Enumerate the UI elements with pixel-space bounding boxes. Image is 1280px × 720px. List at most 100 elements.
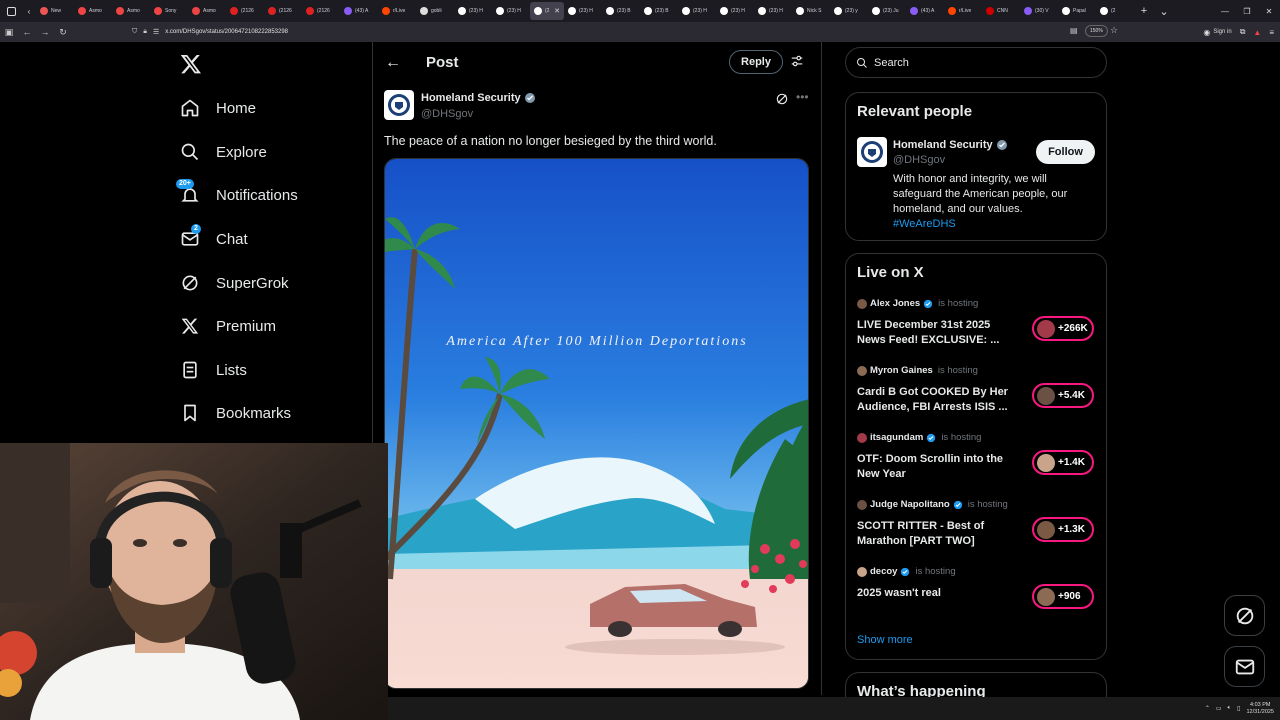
search-box[interactable] xyxy=(845,47,1107,78)
minimize-icon[interactable]: — xyxy=(1214,7,1236,16)
back-icon[interactable]: ← xyxy=(18,27,36,37)
browser-tab[interactable]: (2 ✕ xyxy=(530,2,564,20)
browser-tab[interactable]: (23) y xyxy=(830,2,868,20)
url-bar[interactable]: ⛉ 🔒︎ ☰ x.com/DHSgov/status/2006472108222… xyxy=(132,25,1122,39)
live-item[interactable]: Judge Napolitano is hosting SCOTT RITTER -… xyxy=(857,499,1097,555)
tab-scroll-left-icon[interactable]: ‹ xyxy=(22,0,36,22)
zoom-level[interactable]: 150% xyxy=(1085,25,1108,37)
new-tab-button[interactable]: + xyxy=(1134,5,1154,17)
browser-tab[interactable]: r/Live xyxy=(944,2,982,20)
relevant-avatar[interactable] xyxy=(857,137,887,167)
browser-tab[interactable]: (23) B xyxy=(640,2,678,20)
author-name[interactable]: Homeland Security xyxy=(421,92,536,104)
grok-icon xyxy=(1236,607,1253,624)
tab-list-button[interactable]: ⌄ xyxy=(1154,5,1174,18)
live-item[interactable]: itsagundam is hosting OTF: Doom Scrollin i… xyxy=(857,432,1097,488)
nav-premium[interactable]: Premium xyxy=(180,314,276,338)
author-avatar[interactable] xyxy=(384,90,414,120)
nav-explore[interactable]: Explore xyxy=(180,140,267,164)
live-listener-pill[interactable]: +906 xyxy=(1032,584,1094,609)
nav-chat[interactable]: 2 Chat xyxy=(180,224,248,251)
relevant-handle[interactable]: @DHSgov xyxy=(893,154,945,166)
browser-tab[interactable]: New xyxy=(36,2,74,20)
more-options-icon[interactable]: ••• xyxy=(796,90,809,104)
close-tab-icon[interactable]: ✕ xyxy=(554,7,560,15)
sign-in-button[interactable]: ◉ Sign in xyxy=(1203,28,1231,37)
browser-tab[interactable]: Asmo xyxy=(112,2,150,20)
browser-tab[interactable]: Sony xyxy=(150,2,188,20)
tab-favicon-icon xyxy=(534,7,542,15)
show-more-link[interactable]: Show more xyxy=(857,634,913,646)
post-image[interactable]: America After 100 Million Deportations xyxy=(384,158,809,689)
sidebar-toggle-icon[interactable]: ▣ xyxy=(0,27,18,38)
toolbar-right: ◉ Sign in ⧉ ▲ ≡ xyxy=(1203,22,1274,42)
extensions-icon[interactable]: ⧉ xyxy=(1240,27,1246,37)
browser-tab[interactable]: gobli xyxy=(416,2,454,20)
browser-tab[interactable]: (2 xyxy=(1096,2,1134,20)
live-item[interactable]: Myron Gaines is hosting Cardi B Got COOKED… xyxy=(857,365,1097,421)
hashtag-link[interactable]: #WeAreDHS xyxy=(893,217,1093,232)
follow-button[interactable]: Follow xyxy=(1036,140,1095,164)
tab-label: Papal xyxy=(1073,8,1086,14)
live-listener-pill[interactable]: +1.3K xyxy=(1032,517,1094,542)
browser-tab[interactable]: Papal xyxy=(1058,2,1096,20)
nav-home[interactable]: Home xyxy=(180,96,256,120)
browser-tab[interactable]: (23) H xyxy=(454,2,492,20)
tray-chevron-icon[interactable]: ⌃ xyxy=(1205,705,1210,712)
browser-tab[interactable]: (2126 xyxy=(226,2,264,20)
settings-sliders-icon[interactable] xyxy=(790,54,804,73)
live-listener-pill[interactable]: +5.4K xyxy=(1032,383,1094,408)
browser-tab[interactable]: (23) H xyxy=(564,2,602,20)
tab-overview-icon[interactable] xyxy=(0,0,22,22)
browser-tab[interactable]: CNN xyxy=(982,2,1020,20)
reply-button[interactable]: Reply xyxy=(729,50,783,74)
grok-fab-button[interactable] xyxy=(1224,595,1265,636)
browser-tab[interactable]: (23) H xyxy=(716,2,754,20)
live-listener-pill[interactable]: +266K xyxy=(1032,316,1094,341)
page-info-icon[interactable]: ☰ xyxy=(153,28,159,36)
forward-icon[interactable]: → xyxy=(36,27,54,37)
addon-icon[interactable]: ▲ xyxy=(1253,28,1261,37)
nav-lists[interactable]: Lists xyxy=(180,358,247,382)
author-handle[interactable]: @DHSgov xyxy=(421,108,473,120)
nav-supergrok[interactable]: SuperGrok xyxy=(180,271,289,295)
browser-tab[interactable]: (23) H xyxy=(678,2,716,20)
close-window-icon[interactable]: ✕ xyxy=(1258,7,1280,16)
restore-icon[interactable]: ❐ xyxy=(1236,7,1258,16)
x-logo-icon[interactable] xyxy=(180,53,202,75)
browser-tab[interactable]: (2126 xyxy=(302,2,340,20)
network-icon[interactable]: ▭ xyxy=(1216,705,1222,712)
browser-tab[interactable]: (43) A xyxy=(340,2,378,20)
browser-tab[interactable]: (2126 xyxy=(264,2,302,20)
shield-icon[interactable]: ⛉ xyxy=(132,28,137,36)
live-item[interactable]: decoy is hosting 2025 wasn't real +906 xyxy=(857,566,1097,622)
browser-tab[interactable]: Asmo xyxy=(74,2,112,20)
live-item[interactable]: Alex Jones is hosting LIVE December 31st 2… xyxy=(857,298,1097,354)
bookmark-star-icon[interactable]: ☆ xyxy=(1110,25,1118,36)
browser-tab[interactable]: (23) B xyxy=(602,2,640,20)
back-arrow-icon[interactable]: ← xyxy=(385,54,401,72)
browser-tab[interactable]: Asmo xyxy=(188,2,226,20)
browser-tab[interactable]: (30) V xyxy=(1020,2,1058,20)
url-text[interactable]: x.com/DHSgov/status/2006472108222853298 xyxy=(165,29,288,35)
grok-explain-icon[interactable] xyxy=(775,92,789,111)
battery-icon[interactable]: ▯ xyxy=(1237,705,1240,712)
browser-tab[interactable]: (23) H xyxy=(492,2,530,20)
volume-icon[interactable]: 🔈︎ xyxy=(1228,705,1232,712)
lock-icon[interactable]: 🔒︎ xyxy=(143,28,147,36)
browser-tab[interactable]: r/Live xyxy=(378,2,416,20)
menu-icon[interactable]: ≡ xyxy=(1269,28,1274,37)
browser-tab[interactable]: (23) Ju xyxy=(868,2,906,20)
reader-view-icon[interactable]: ▤ xyxy=(1070,26,1078,35)
reload-icon[interactable]: ↻ xyxy=(54,27,72,38)
browser-tab[interactable]: Nick S xyxy=(792,2,830,20)
browser-tab[interactable]: (43) A xyxy=(906,2,944,20)
clock[interactable]: 4:03 PM 12/31/2025 xyxy=(1246,702,1274,716)
nav-bookmarks[interactable]: Bookmarks xyxy=(180,401,291,425)
messages-fab-button[interactable] xyxy=(1224,646,1265,687)
live-listener-pill[interactable]: +1.4K xyxy=(1032,450,1094,475)
search-input[interactable] xyxy=(874,56,1074,69)
relevant-name[interactable]: Homeland Security xyxy=(893,139,1008,151)
browser-tab[interactable]: (23) H xyxy=(754,2,792,20)
nav-notifications[interactable]: 20+ Notifications xyxy=(176,179,298,207)
